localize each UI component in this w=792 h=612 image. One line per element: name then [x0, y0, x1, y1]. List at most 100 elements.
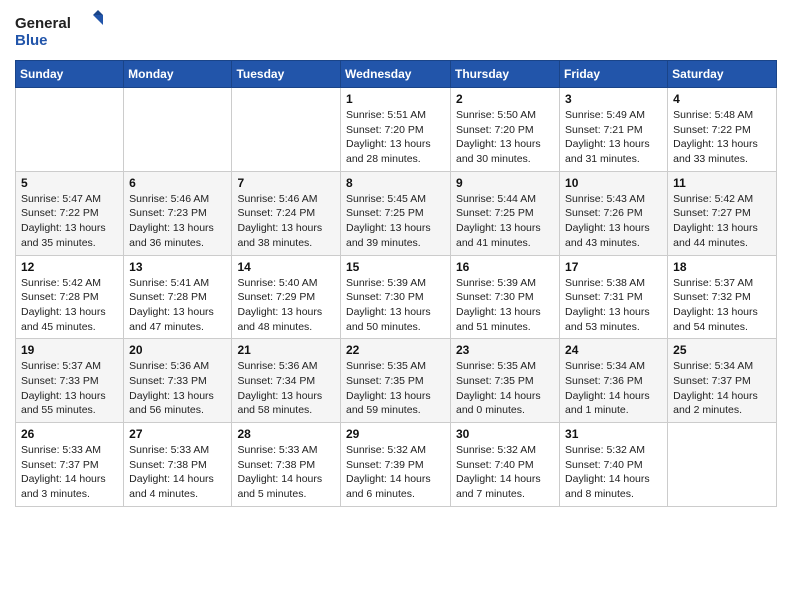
day-info: Sunrise: 5:33 AM Sunset: 7:38 PM Dayligh… — [129, 443, 226, 502]
day-info: Sunrise: 5:42 AM Sunset: 7:27 PM Dayligh… — [673, 192, 771, 251]
calendar-cell: 24 Sunrise: 5:34 AM Sunset: 7:36 PM Dayli… — [560, 339, 668, 423]
day-info: Sunrise: 5:33 AM Sunset: 7:38 PM Dayligh… — [237, 443, 335, 502]
calendar-cell: 15 Sunrise: 5:39 AM Sunset: 7:30 PM Dayli… — [341, 255, 451, 339]
page-header: General Blue — [15, 10, 777, 52]
day-number: 28 — [237, 427, 335, 441]
calendar-cell: 5 Sunrise: 5:47 AM Sunset: 7:22 PM Daylig… — [16, 171, 124, 255]
day-number: 19 — [21, 343, 118, 357]
calendar-cell: 31 Sunrise: 5:32 AM Sunset: 7:40 PM Dayli… — [560, 423, 668, 507]
day-number: 18 — [673, 260, 771, 274]
day-number: 15 — [346, 260, 445, 274]
day-number: 29 — [346, 427, 445, 441]
day-info: Sunrise: 5:51 AM Sunset: 7:20 PM Dayligh… — [346, 108, 445, 167]
day-info: Sunrise: 5:34 AM Sunset: 7:37 PM Dayligh… — [673, 359, 771, 418]
day-info: Sunrise: 5:39 AM Sunset: 7:30 PM Dayligh… — [456, 276, 554, 335]
calendar-cell: 2Sunrise: 5:50 AM Sunset: 7:20 PM Daylig… — [451, 88, 560, 172]
day-info: Sunrise: 5:34 AM Sunset: 7:36 PM Dayligh… — [565, 359, 662, 418]
day-info: Sunrise: 5:47 AM Sunset: 7:22 PM Dayligh… — [21, 192, 118, 251]
day-number: 12 — [21, 260, 118, 274]
day-number: 21 — [237, 343, 335, 357]
day-number: 7 — [237, 176, 335, 190]
day-number: 27 — [129, 427, 226, 441]
day-info: Sunrise: 5:38 AM Sunset: 7:31 PM Dayligh… — [565, 276, 662, 335]
day-info: Sunrise: 5:45 AM Sunset: 7:25 PM Dayligh… — [346, 192, 445, 251]
day-number: 17 — [565, 260, 662, 274]
weekday-header-thursday: Thursday — [451, 61, 560, 88]
calendar-cell: 30 Sunrise: 5:32 AM Sunset: 7:40 PM Dayli… — [451, 423, 560, 507]
day-number: 4 — [673, 92, 771, 106]
calendar-cell: 1 Sunrise: 5:51 AM Sunset: 7:20 PM Daylig… — [341, 88, 451, 172]
calendar-cell: 19 Sunrise: 5:37 AM Sunset: 7:33 PM Dayli… — [16, 339, 124, 423]
day-number: 31 — [565, 427, 662, 441]
calendar-week-row: 26 Sunrise: 5:33 AM Sunset: 7:37 PM Dayli… — [16, 423, 777, 507]
day-info: Sunrise: 5:49 AM Sunset: 7:21 PM Dayligh… — [565, 108, 662, 167]
calendar-cell: 21 Sunrise: 5:36 AM Sunset: 7:34 PM Dayli… — [232, 339, 341, 423]
day-number: 8 — [346, 176, 445, 190]
logo: General Blue — [15, 10, 105, 52]
day-info: Sunrise: 5:32 AM Sunset: 7:40 PM Dayligh… — [456, 443, 554, 502]
day-number: 1 — [346, 92, 445, 106]
calendar-cell: 6 Sunrise: 5:46 AM Sunset: 7:23 PM Daylig… — [124, 171, 232, 255]
day-info: Sunrise: 5:33 AM Sunset: 7:37 PM Dayligh… — [21, 443, 118, 502]
day-info: Sunrise: 5:35 AM Sunset: 7:35 PM Dayligh… — [456, 359, 554, 418]
day-number: 13 — [129, 260, 226, 274]
calendar-cell: 7Sunrise: 5:46 AM Sunset: 7:24 PM Daylig… — [232, 171, 341, 255]
day-number: 5 — [21, 176, 118, 190]
day-number: 24 — [565, 343, 662, 357]
calendar-cell: 20 Sunrise: 5:36 AM Sunset: 7:33 PM Dayli… — [124, 339, 232, 423]
day-number: 3 — [565, 92, 662, 106]
day-info: Sunrise: 5:36 AM Sunset: 7:33 PM Dayligh… — [129, 359, 226, 418]
calendar-table: SundayMondayTuesdayWednesdayThursdayFrid… — [15, 60, 777, 507]
logo-svg: General Blue — [15, 10, 105, 52]
calendar-cell: 3 Sunrise: 5:49 AM Sunset: 7:21 PM Daylig… — [560, 88, 668, 172]
calendar-cell: 9 Sunrise: 5:44 AM Sunset: 7:25 PM Daylig… — [451, 171, 560, 255]
calendar-week-row: 1 Sunrise: 5:51 AM Sunset: 7:20 PM Daylig… — [16, 88, 777, 172]
calendar-cell: 11 Sunrise: 5:42 AM Sunset: 7:27 PM Dayli… — [668, 171, 777, 255]
day-info: Sunrise: 5:40 AM Sunset: 7:29 PM Dayligh… — [237, 276, 335, 335]
calendar-cell: 8 Sunrise: 5:45 AM Sunset: 7:25 PM Daylig… — [341, 171, 451, 255]
day-info: Sunrise: 5:41 AM Sunset: 7:28 PM Dayligh… — [129, 276, 226, 335]
day-number: 10 — [565, 176, 662, 190]
weekday-header-wednesday: Wednesday — [341, 61, 451, 88]
day-number: 22 — [346, 343, 445, 357]
day-number: 25 — [673, 343, 771, 357]
calendar-cell: 13 Sunrise: 5:41 AM Sunset: 7:28 PM Dayli… — [124, 255, 232, 339]
day-info: Sunrise: 5:37 AM Sunset: 7:33 PM Dayligh… — [21, 359, 118, 418]
weekday-header-row: SundayMondayTuesdayWednesdayThursdayFrid… — [16, 61, 777, 88]
calendar-cell: 26 Sunrise: 5:33 AM Sunset: 7:37 PM Dayli… — [16, 423, 124, 507]
day-number: 11 — [673, 176, 771, 190]
calendar-cell: 10Sunrise: 5:43 AM Sunset: 7:26 PM Dayli… — [560, 171, 668, 255]
day-info: Sunrise: 5:44 AM Sunset: 7:25 PM Dayligh… — [456, 192, 554, 251]
day-number: 9 — [456, 176, 554, 190]
day-number: 16 — [456, 260, 554, 274]
day-info: Sunrise: 5:36 AM Sunset: 7:34 PM Dayligh… — [237, 359, 335, 418]
calendar-cell: 17 Sunrise: 5:38 AM Sunset: 7:31 PM Dayli… — [560, 255, 668, 339]
calendar-cell: 18Sunrise: 5:37 AM Sunset: 7:32 PM Dayli… — [668, 255, 777, 339]
day-number: 20 — [129, 343, 226, 357]
calendar-cell — [668, 423, 777, 507]
day-info: Sunrise: 5:46 AM Sunset: 7:23 PM Dayligh… — [129, 192, 226, 251]
day-number: 14 — [237, 260, 335, 274]
calendar-cell: 22 Sunrise: 5:35 AM Sunset: 7:35 PM Dayli… — [341, 339, 451, 423]
calendar-cell: 4Sunrise: 5:48 AM Sunset: 7:22 PM Daylig… — [668, 88, 777, 172]
weekday-header-saturday: Saturday — [668, 61, 777, 88]
weekday-header-sunday: Sunday — [16, 61, 124, 88]
day-number: 30 — [456, 427, 554, 441]
day-info: Sunrise: 5:32 AM Sunset: 7:40 PM Dayligh… — [565, 443, 662, 502]
day-info: Sunrise: 5:35 AM Sunset: 7:35 PM Dayligh… — [346, 359, 445, 418]
calendar-cell — [232, 88, 341, 172]
day-number: 6 — [129, 176, 226, 190]
weekday-header-friday: Friday — [560, 61, 668, 88]
day-number: 26 — [21, 427, 118, 441]
calendar-cell: 16 Sunrise: 5:39 AM Sunset: 7:30 PM Dayli… — [451, 255, 560, 339]
weekday-header-monday: Monday — [124, 61, 232, 88]
calendar-week-row: 19 Sunrise: 5:37 AM Sunset: 7:33 PM Dayli… — [16, 339, 777, 423]
calendar-cell: 14 Sunrise: 5:40 AM Sunset: 7:29 PM Dayli… — [232, 255, 341, 339]
calendar-week-row: 12Sunrise: 5:42 AM Sunset: 7:28 PM Dayli… — [16, 255, 777, 339]
calendar-cell: 12Sunrise: 5:42 AM Sunset: 7:28 PM Dayli… — [16, 255, 124, 339]
calendar-week-row: 5 Sunrise: 5:47 AM Sunset: 7:22 PM Daylig… — [16, 171, 777, 255]
svg-text:General: General — [15, 15, 71, 32]
svg-text:Blue: Blue — [15, 32, 48, 49]
day-info: Sunrise: 5:39 AM Sunset: 7:30 PM Dayligh… — [346, 276, 445, 335]
calendar-cell: 25 Sunrise: 5:34 AM Sunset: 7:37 PM Dayli… — [668, 339, 777, 423]
